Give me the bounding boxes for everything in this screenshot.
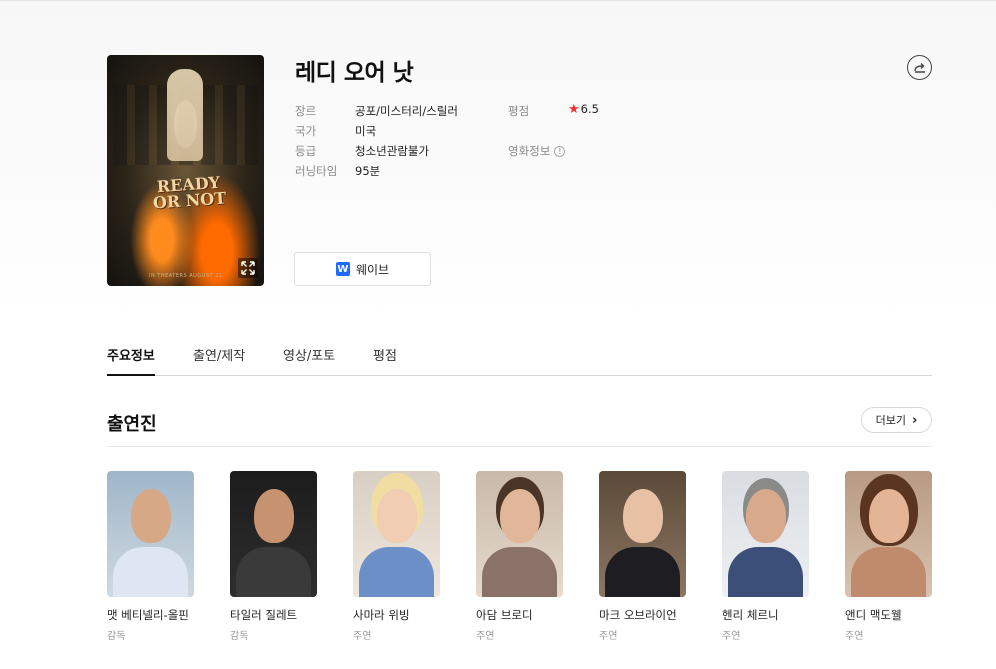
tab-main-info[interactable]: 주요정보 (107, 345, 155, 364)
cast-name: 마크 오브라이언 (599, 608, 677, 622)
cast-section-title: 출연진 (107, 414, 157, 435)
movie-poster[interactable]: READY OR NOT IN THEATERS AUGUST 21 (107, 55, 264, 286)
cast-card[interactable]: 앤디 맥도웰 주연 (845, 471, 932, 642)
poster-tagline: IN THEATERS AUGUST 21 (149, 273, 223, 279)
star-icon: ★ (568, 102, 580, 117)
expand-icon (241, 261, 255, 275)
genre-value: 공포/미스터리/스릴러 (355, 104, 458, 118)
runtime-value: 95분 (355, 164, 381, 178)
country-label: 국가 (295, 124, 317, 138)
movie-info-label: 영화정보 (508, 144, 551, 158)
cast-role: 주연 (845, 631, 864, 642)
chevron-right-icon: › (912, 412, 918, 428)
expand-poster-button[interactable] (238, 258, 258, 278)
cast-card[interactable]: 마크 오브라이언 주연 (599, 471, 686, 642)
cast-name: 아담 브로디 (476, 608, 533, 622)
cast-name: 타일러 질레트 (230, 608, 298, 622)
cast-photo (476, 471, 563, 597)
cast-role: 주연 (476, 631, 495, 642)
cast-role: 감독 (230, 631, 249, 642)
tab-reviews[interactable]: 평점 (373, 345, 397, 364)
movie-info-link[interactable]: 영화정보! (508, 143, 566, 159)
rating-value-group: ★6.5 (568, 102, 599, 117)
poster-bride-art (167, 69, 203, 161)
cast-card[interactable]: 맷 베티넬리-올핀 감독 (107, 471, 194, 642)
poster-title-art: READY OR NOT (148, 173, 230, 213)
cast-card[interactable]: 아담 브로디 주연 (476, 471, 563, 642)
stream-button-label: 웨이브 (355, 262, 390, 277)
detail-tabs: 주요정보 출연/제작 영상/포토 평점 (107, 336, 932, 376)
cast-photo (353, 471, 440, 597)
cast-card[interactable]: 헨리 체르니 주연 (722, 471, 809, 642)
cast-photo (230, 471, 317, 597)
section-divider (107, 446, 932, 447)
movie-detail-page: READY OR NOT IN THEATERS AUGUST 21 레디 오어… (107, 0, 932, 669)
tab-video-photo[interactable]: 영상/포토 (283, 345, 335, 364)
cast-role: 주연 (599, 631, 618, 642)
cast-photo (722, 471, 809, 597)
grade-label: 등급 (295, 144, 317, 158)
more-button-label: 더보기 (875, 414, 906, 427)
wavve-logo-icon: W (335, 262, 350, 276)
cast-card[interactable]: 타일러 질레트 감독 (230, 471, 317, 642)
rating-value: 6.5 (580, 102, 599, 116)
cast-name: 헨리 체르니 (722, 608, 779, 622)
share-button[interactable] (907, 55, 932, 80)
rating-label: 평점 (508, 104, 530, 118)
wavve-stream-button[interactable]: W 웨이브 (294, 252, 431, 286)
cast-name: 맷 베티넬리-올핀 (107, 608, 189, 622)
tab-cast-crew[interactable]: 출연/제작 (193, 345, 245, 364)
cast-name: 앤디 맥도웰 (845, 608, 902, 622)
runtime-label: 러닝타임 (295, 164, 338, 178)
cast-name: 사마라 위빙 (353, 608, 410, 622)
cast-card[interactable]: 사마라 위빙 주연 (353, 471, 440, 642)
share-icon (913, 62, 925, 73)
cast-photo (599, 471, 686, 597)
cast-photo (107, 471, 194, 597)
cast-role: 주연 (722, 631, 741, 642)
info-icon[interactable]: ! (554, 146, 566, 157)
poster-title-line2: OR NOT (152, 188, 227, 213)
grade-value: 청소년관람불가 (355, 144, 430, 158)
country-value: 미국 (355, 124, 377, 138)
cast-photo (845, 471, 932, 597)
more-cast-button[interactable]: 더보기 › (861, 407, 932, 433)
active-tab-indicator (107, 374, 155, 376)
cast-role: 감독 (107, 631, 126, 642)
movie-title: 레디 오어 낫 (295, 60, 414, 86)
cast-role: 주연 (353, 631, 372, 642)
genre-label: 장르 (295, 104, 317, 118)
